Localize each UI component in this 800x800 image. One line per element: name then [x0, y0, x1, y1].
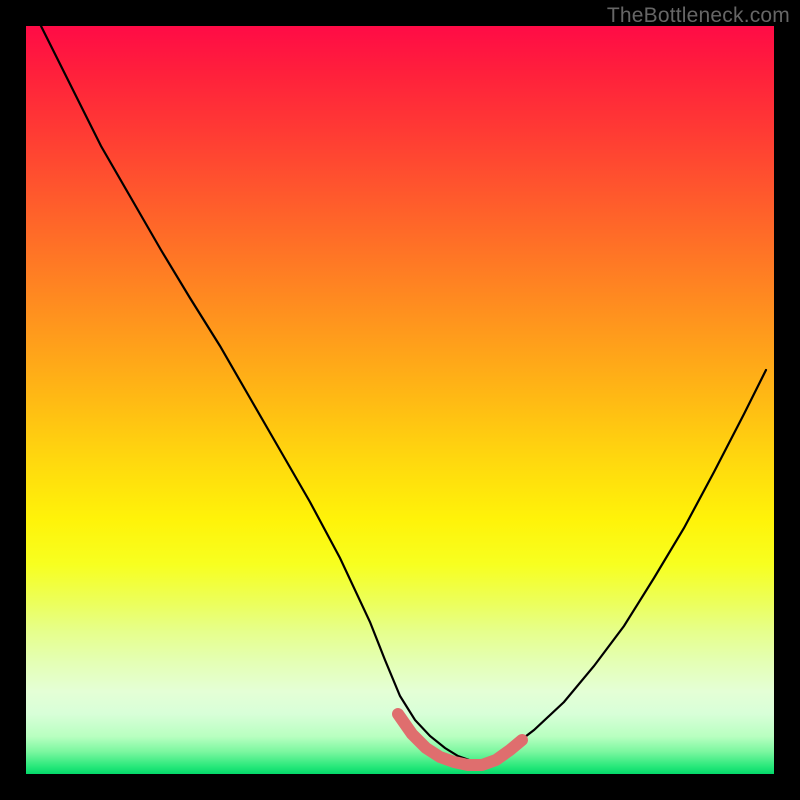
watermark-text: TheBottleneck.com: [607, 4, 790, 28]
bottleneck-curve: [41, 26, 766, 763]
chart-frame: TheBottleneck.com: [0, 0, 800, 800]
plot-area: [26, 26, 774, 774]
bottleneck-chart: [26, 26, 774, 774]
